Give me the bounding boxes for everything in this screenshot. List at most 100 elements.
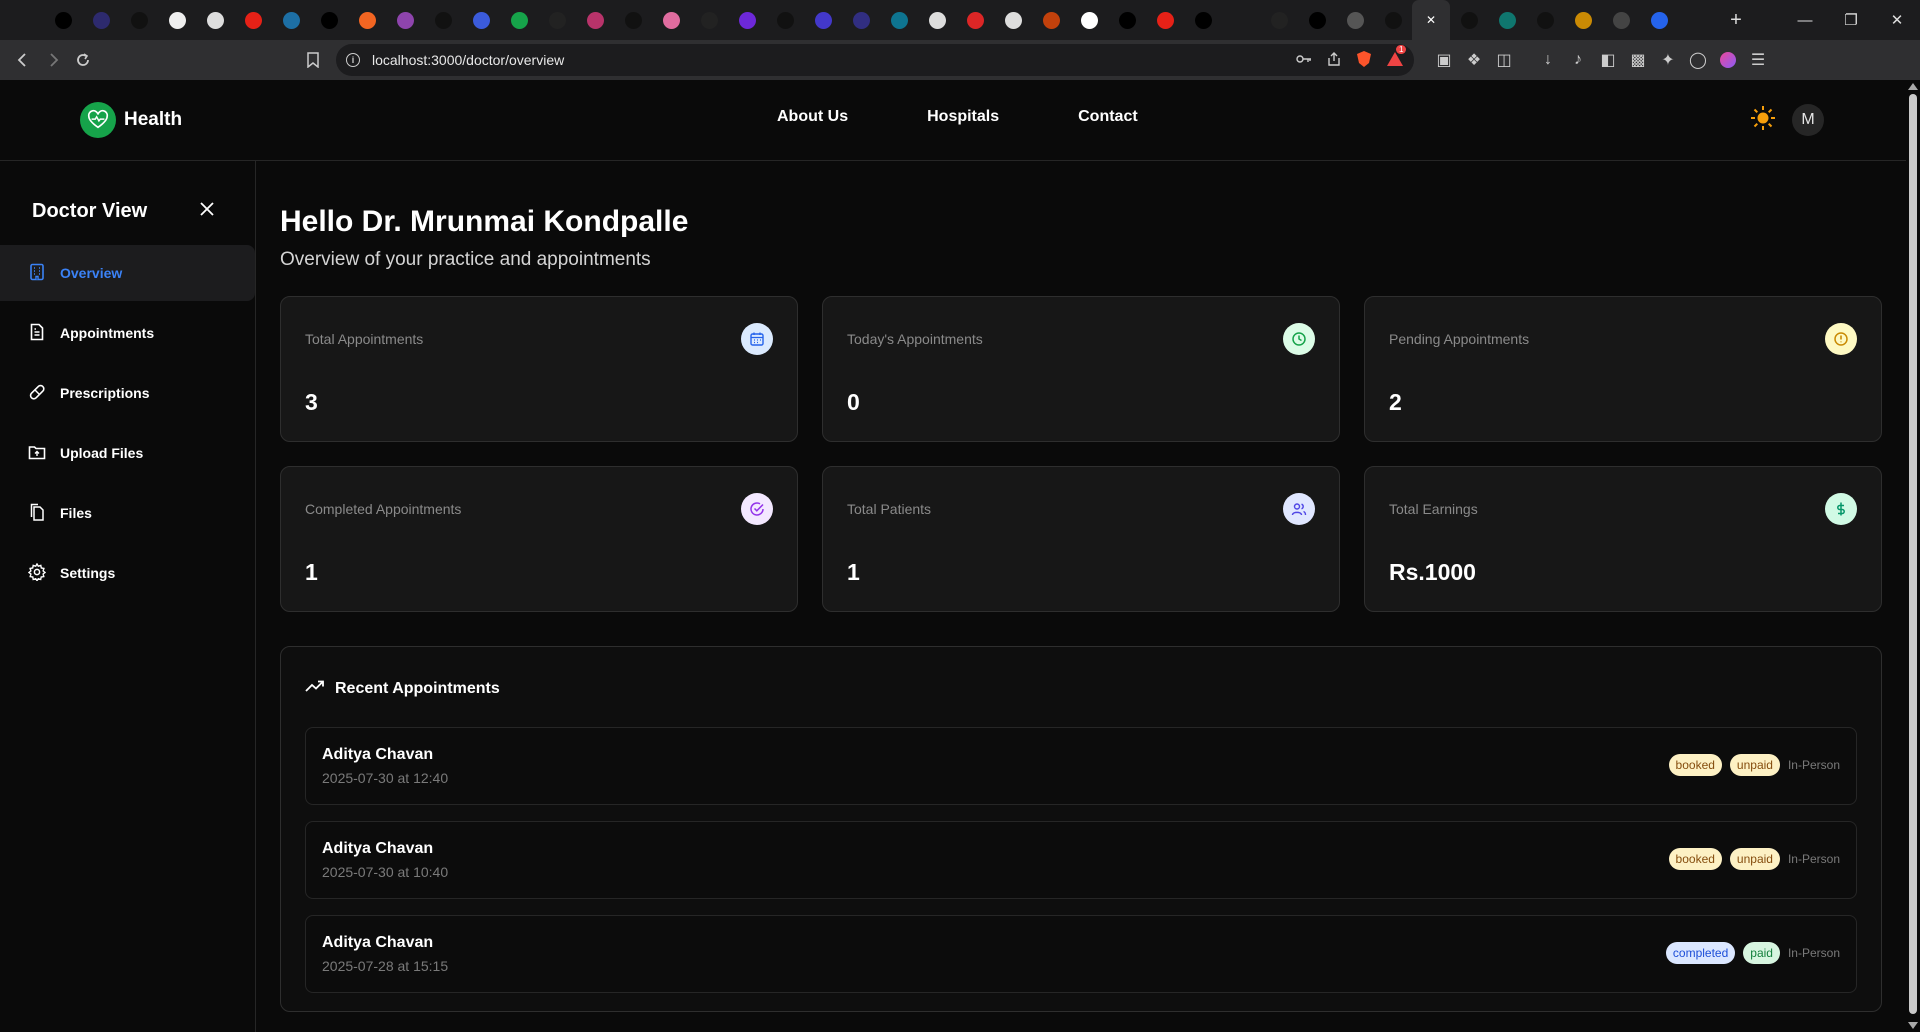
browser-tab[interactable] — [1526, 0, 1564, 40]
download-icon[interactable]: ↓ — [1538, 50, 1558, 70]
browser-tab[interactable] — [424, 0, 462, 40]
menu-icon[interactable]: ☰ — [1748, 50, 1768, 70]
sidebar-item-upload-files[interactable]: Upload Files — [0, 425, 255, 481]
browser-tab[interactable] — [576, 0, 614, 40]
image-icon[interactable]: ▣ — [1434, 50, 1454, 70]
browser-tab[interactable] — [158, 0, 196, 40]
browser-tab[interactable] — [462, 0, 500, 40]
leo-ai-icon[interactable]: ✦ — [1658, 50, 1678, 70]
browser-tab[interactable] — [1488, 0, 1526, 40]
browser-tab[interactable] — [272, 0, 310, 40]
nav-link-about[interactable]: About Us — [777, 108, 848, 126]
browser-tab[interactable] — [310, 0, 348, 40]
scroll-up-icon[interactable] — [1908, 83, 1918, 90]
browser-tab[interactable] — [880, 0, 918, 40]
browser-tab[interactable] — [1678, 0, 1716, 40]
browser-tab[interactable] — [1184, 0, 1222, 40]
new-tab-button[interactable]: + — [1716, 0, 1756, 40]
scroll-down-icon[interactable] — [1908, 1022, 1918, 1029]
puzzle-icon[interactable]: ❖ — [1464, 50, 1484, 70]
browser-tab[interactable] — [614, 0, 652, 40]
brave-shield-icon[interactable] — [1356, 50, 1372, 71]
key-icon[interactable] — [1296, 52, 1312, 68]
colorful-icon — [1574, 11, 1592, 29]
sidebar-item-settings[interactable]: Settings — [0, 545, 255, 601]
browser-tab[interactable] — [234, 0, 272, 40]
browser-tab[interactable] — [842, 0, 880, 40]
browser-tab[interactable] — [1564, 0, 1602, 40]
browser-tab[interactable] — [1146, 0, 1184, 40]
browser-tab[interactable] — [1070, 0, 1108, 40]
person-icon — [928, 11, 946, 29]
browser-tab[interactable]: ✕ — [1412, 0, 1450, 40]
browser-tab[interactable] — [1374, 0, 1412, 40]
browser-tab[interactable] — [348, 0, 386, 40]
browser-tab[interactable] — [538, 0, 576, 40]
maximize-button[interactable]: ❐ — [1828, 0, 1874, 40]
browser-tab[interactable] — [120, 0, 158, 40]
browser-tab[interactable] — [1032, 0, 1070, 40]
browser-tab[interactable] — [386, 0, 424, 40]
scrollbar-thumb[interactable] — [1909, 94, 1917, 1014]
sidebar-toggle-icon[interactable]: ◧ — [1598, 50, 1618, 70]
browser-tab[interactable] — [1602, 0, 1640, 40]
address-bar[interactable]: i localhost:3000/doctor/overview 1 — [336, 44, 1414, 76]
share-icon[interactable] — [1326, 51, 1342, 70]
browser-tab[interactable] — [918, 0, 956, 40]
browser-tab[interactable] — [196, 0, 234, 40]
appointment-item[interactable]: Aditya Chavan 2025-07-28 at 15:15 comple… — [305, 915, 1857, 993]
browser-tab[interactable] — [44, 0, 82, 40]
sidebar-item-appointments[interactable]: Appointments — [0, 305, 255, 361]
browser-tab[interactable] — [728, 0, 766, 40]
profile-icon[interactable] — [1718, 50, 1738, 70]
chart-icon — [1042, 11, 1060, 29]
upload-icon — [28, 443, 46, 464]
browser-tab[interactable] — [1108, 0, 1146, 40]
sidebar-item-files[interactable]: Files — [0, 485, 255, 541]
browser-tab[interactable] — [1298, 0, 1336, 40]
appointment-item[interactable]: Aditya Chavan 2025-07-30 at 10:40 booked… — [305, 821, 1857, 899]
browser-tab[interactable] — [6, 0, 44, 40]
page-scrollbar[interactable] — [1906, 80, 1920, 1032]
vpn-icon[interactable]: ◯ — [1688, 50, 1708, 70]
close-window-button[interactable]: ✕ — [1874, 0, 1920, 40]
stat-value: 2 — [1389, 389, 1402, 415]
close-icon[interactable] — [199, 201, 215, 222]
bookmark-icon[interactable] — [298, 45, 328, 75]
forward-button[interactable] — [38, 45, 68, 75]
screen-search-icon[interactable]: ◫ — [1494, 50, 1514, 70]
wallet-icon[interactable]: ▩ — [1628, 50, 1648, 70]
nav-link-contact[interactable]: Contact — [1078, 108, 1138, 126]
sidebar-item-prescriptions[interactable]: Prescriptions — [0, 365, 255, 421]
sidebar-item-label: Settings — [60, 565, 116, 581]
browser-tab[interactable] — [1260, 0, 1298, 40]
browser-tab[interactable] — [994, 0, 1032, 40]
browser-tab[interactable] — [804, 0, 842, 40]
recent-appointments-header: Recent Appointments — [305, 679, 1857, 698]
browser-tab[interactable] — [1640, 0, 1678, 40]
minimize-button[interactable]: — — [1782, 0, 1828, 40]
avatar[interactable]: M — [1792, 104, 1824, 136]
sun-icon[interactable] — [1750, 105, 1776, 136]
appointment-item[interactable]: Aditya Chavan 2025-07-30 at 12:40 booked… — [305, 727, 1857, 805]
status-badge: booked — [1668, 754, 1722, 776]
browser-tab[interactable] — [690, 0, 728, 40]
browser-tab[interactable] — [1336, 0, 1374, 40]
browser-tab[interactable] — [956, 0, 994, 40]
nav-link-hospitals[interactable]: Hospitals — [927, 108, 999, 126]
browser-tab[interactable] — [1450, 0, 1488, 40]
browser-tab[interactable] — [82, 0, 120, 40]
back-button[interactable] — [8, 45, 38, 75]
sidebar-item-overview[interactable]: Overview — [0, 245, 255, 301]
browser-tab[interactable] — [500, 0, 538, 40]
brave-rewards-icon[interactable]: 1 — [1386, 44, 1407, 70]
site-info-icon[interactable]: i — [346, 53, 360, 67]
gear-icon — [27, 562, 47, 584]
reload-button[interactable] — [68, 45, 98, 75]
blue-square-icon — [1650, 11, 1668, 29]
brand[interactable]: Health — [80, 102, 182, 138]
browser-tab[interactable] — [766, 0, 804, 40]
browser-tab[interactable] — [1222, 0, 1260, 40]
browser-tab[interactable] — [652, 0, 690, 40]
music-icon[interactable]: ♪ — [1568, 50, 1588, 70]
